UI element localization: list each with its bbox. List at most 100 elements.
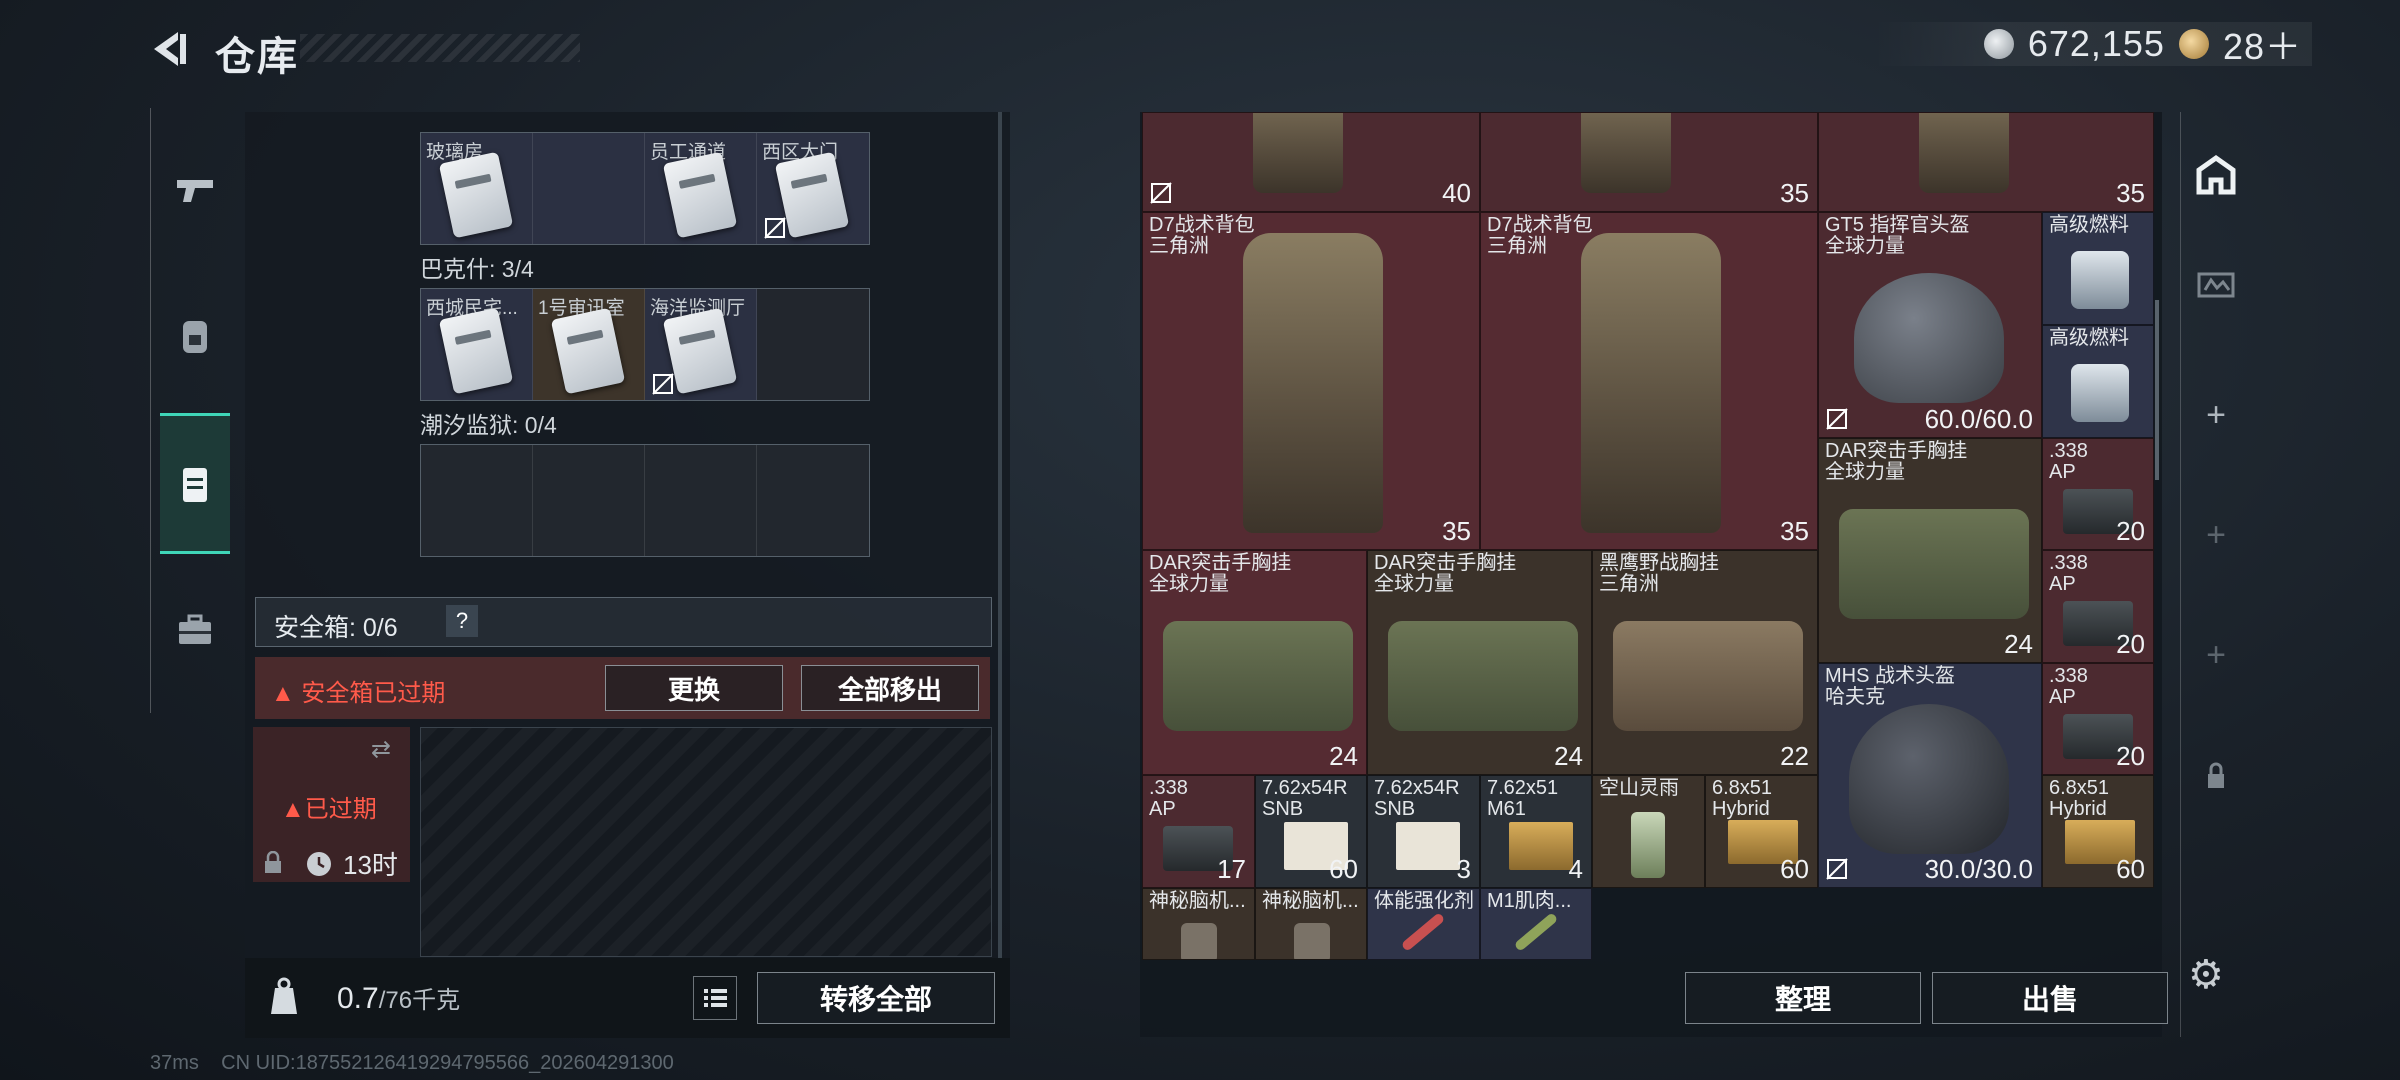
lock-icon [265, 851, 281, 873]
inventory-item[interactable]: DAR突击手胸挂 全球力量 24 [1367, 550, 1592, 775]
inventory-item[interactable]: 35 [1480, 112, 1818, 212]
keycard-grid-row-1: 西城民宅... 1号审讯室 海洋监测厅 [420, 288, 870, 401]
empty-slot[interactable] [533, 445, 645, 556]
expired-tag: ▲已过期 [281, 796, 377, 823]
inventory-item[interactable]: 神秘脑机... [1142, 888, 1255, 960]
filter-all-icon[interactable] [2193, 152, 2239, 198]
inventory-item[interactable]: 高级燃料 [2042, 212, 2154, 325]
empty-slot[interactable] [757, 289, 869, 400]
inventory-item[interactable]: 6.8x51 Hybrid 60 [1705, 775, 1818, 888]
inventory-item[interactable]: 高级燃料 [2042, 325, 2154, 438]
expired-warning-bar: ▲ 安全箱已过期 更换 全部移出 [255, 657, 990, 719]
sort-button[interactable]: 整理 [1685, 972, 1921, 1024]
expired-warning: ▲ 安全箱已过期 [271, 673, 445, 708]
inventory-item[interactable]: .338 AP 20 [2042, 438, 2154, 550]
replace-button[interactable]: 更换 [605, 665, 783, 711]
unlocked-icon [764, 217, 786, 239]
transfer-all-button[interactable]: 转移全部 [757, 972, 995, 1024]
list-view-button[interactable] [693, 976, 737, 1020]
bakeshi-title: 巴克什: 3/4 [420, 256, 534, 282]
keycard-grid-row-0: 玻璃房 员工通道 西区大门 [420, 132, 870, 245]
empty-slot[interactable] [421, 445, 533, 556]
keycard-icon [662, 151, 738, 239]
keycard-slot[interactable]: 西城民宅... [421, 289, 533, 400]
right-filter-rail: + + + [2180, 112, 2251, 1037]
safe-box-grid[interactable] [420, 727, 992, 957]
add-filter-icon[interactable]: + [2193, 392, 2239, 438]
storage-icon [183, 467, 207, 502]
unlocked-icon [1826, 858, 1848, 880]
scrollbar[interactable] [998, 112, 1002, 962]
inventory-item[interactable]: 7.62x54R SNB 3 [1367, 775, 1480, 888]
swap-icon[interactable]: ⇄ [371, 735, 401, 763]
clock-icon [307, 852, 331, 876]
expire-time: 13时 [343, 850, 398, 880]
inventory-item[interactable]: DAR突击手胸挂 全球力量 24 [1142, 550, 1367, 775]
silver-amount: 672,155 [2027, 23, 2165, 64]
inventory-item[interactable]: D7战术背包 三角洲 35 [1142, 212, 1480, 550]
keycard-grid-row-2 [420, 444, 870, 557]
back-arrow-icon[interactable] [148, 28, 190, 70]
status-bar: 37ms CN UID:187552126419294795566_202604… [150, 1052, 674, 1074]
keycard-slot[interactable]: 员工通道 [645, 133, 757, 244]
filter-equipment-icon[interactable] [2193, 262, 2239, 308]
lock-icon[interactable] [2193, 752, 2239, 798]
inventory-grid: 40 35 35 D7战术背包 三角洲 35 D7战术背包 三角洲 35 GT5… [1142, 112, 2154, 960]
unlocked-icon [1150, 182, 1172, 204]
page-title: 仓库 [215, 35, 299, 79]
inventory-item[interactable]: 空山灵雨 [1592, 775, 1705, 888]
gold-amount[interactable]: 28＋ [2223, 18, 2302, 70]
move-all-button[interactable]: 全部移出 [801, 665, 979, 711]
inventory-item[interactable]: 35 [1818, 112, 2154, 212]
weight-icon [271, 977, 297, 1014]
help-button[interactable]: ? [446, 605, 478, 637]
keycard-slot[interactable]: 海洋监测厅 [645, 289, 757, 400]
keycard-slot[interactable]: 西区大门 [757, 133, 869, 244]
unlocked-icon [652, 373, 674, 395]
inventory-item[interactable]: 体能强化剂 [1367, 888, 1480, 960]
inventory-item[interactable]: 40 [1142, 112, 1480, 212]
inventory-item[interactable]: 6.8x51 Hybrid 60 [2042, 775, 2154, 888]
inventory-item[interactable]: GT5 指挥官头盔 全球力量 60.0/60.0 [1818, 212, 2042, 438]
backpack-icon [183, 321, 207, 353]
empty-slot[interactable] [533, 133, 645, 244]
list-icon [704, 989, 727, 1007]
keycard-slot[interactable]: 1号审讯室 [533, 289, 645, 400]
keycard-slot[interactable]: 玻璃房 [421, 133, 533, 244]
inventory-item[interactable]: D7战术背包 三角洲 35 [1480, 212, 1818, 550]
scrollbar[interactable] [2155, 300, 2159, 480]
weight-bar: 0.7/76千克 转移全部 [245, 958, 1010, 1038]
weight-text: 0.7/76千克 [337, 982, 461, 1015]
inventory-item[interactable]: MHS 战术头盔 哈夫克 30.0/30.0 [1818, 663, 2042, 888]
sell-button[interactable]: 出售 [1932, 972, 2168, 1024]
inventory-item[interactable]: DAR突击手胸挂 全球力量 24 [1818, 438, 2042, 663]
tab-storage[interactable] [160, 413, 230, 554]
empty-slot[interactable] [757, 445, 869, 556]
chaoxi-title: 潮汐监狱: 0/4 [420, 412, 557, 438]
safe-box-title: 安全箱: 0/6 [274, 614, 398, 642]
inventory-item[interactable]: .338 AP 17 [1142, 775, 1255, 888]
inventory-item[interactable]: 黑鹰野战胸挂 三角洲 22 [1592, 550, 1818, 775]
title-stripe [300, 34, 580, 62]
keycard-icon [438, 307, 514, 395]
currency-bar: 672,155 28＋ [1873, 22, 2312, 67]
unlocked-icon [1826, 408, 1848, 430]
tab-toolbox[interactable] [160, 580, 230, 680]
inventory-item[interactable]: M1肌肉... [1480, 888, 1592, 960]
safe-box-bar: 安全箱: 0/6 ? [255, 597, 992, 647]
tab-weapons[interactable] [160, 140, 230, 240]
inventory-item[interactable]: 神秘脑机... [1255, 888, 1367, 960]
inventory-item[interactable]: .338 AP 20 [2042, 663, 2154, 775]
tab-backpack[interactable] [160, 285, 230, 385]
settings-gear-icon[interactable]: ⚙ [2188, 955, 2228, 995]
expired-warning-text: 安全箱已过期 [301, 680, 446, 707]
add-filter-icon[interactable]: + [2193, 512, 2239, 558]
empty-slot[interactable] [645, 445, 757, 556]
inventory-item[interactable]: 7.62x54R SNB 60 [1255, 775, 1367, 888]
inventory-item[interactable]: .338 AP 20 [2042, 550, 2154, 663]
silver-coin-icon [1983, 29, 2014, 59]
add-filter-icon[interactable]: + [2193, 632, 2239, 678]
safe-box-card[interactable]: ⇄ ▲已过期 13时 [253, 727, 410, 882]
inventory-item[interactable]: 7.62x51 M61 4 [1480, 775, 1592, 888]
header: 仓库 672,155 28＋ [0, 0, 2400, 95]
